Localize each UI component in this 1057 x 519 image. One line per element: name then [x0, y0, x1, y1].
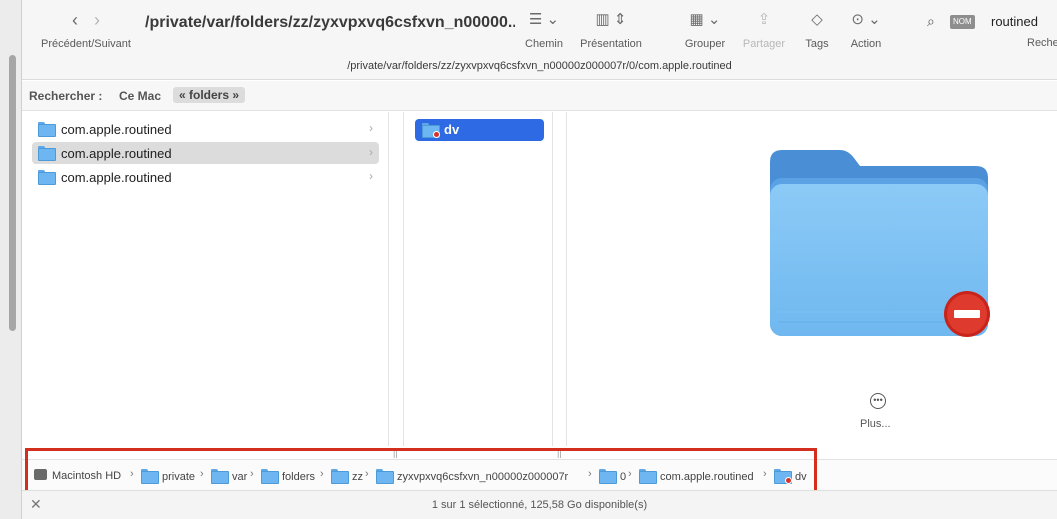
browser-column-2: dv [403, 112, 553, 446]
window-title: /private/var/folders/zz/zyxvpxvq6csfxvn_… [145, 14, 515, 31]
search-icon: ⌕ [927, 13, 935, 29]
action-icon: ⊙ ⌄ [851, 11, 881, 28]
chevron-right-icon: › [369, 145, 373, 159]
list-item-dv[interactable]: dv [415, 119, 544, 141]
background-window-edge [0, 0, 22, 519]
browser-column-1: com.apple.routined › com.apple.routined … [22, 112, 389, 446]
forward-chevron-icon[interactable]: › [86, 8, 108, 32]
status-text: 1 sur 1 sélectionné, 125,58 Go disponibl… [431, 499, 648, 511]
share-button[interactable]: ⇪ Partager [738, 8, 790, 50]
search-scope-bar: Rechercher : Ce Mac « folders » [22, 81, 1057, 111]
list-item[interactable]: com.apple.routined › [32, 142, 379, 164]
ellipsis-icon: ••• [873, 395, 883, 405]
path-button[interactable]: ☰ ⌄ Chemin [520, 8, 568, 50]
folder-icon [38, 170, 56, 185]
list-item[interactable]: com.apple.routined › [32, 166, 379, 188]
search-scope-badge[interactable]: NOM [950, 15, 975, 29]
restricted-folder-icon [422, 123, 440, 138]
back-chevron-icon[interactable]: ‹ [64, 8, 86, 32]
more-button[interactable]: ••• [870, 393, 886, 409]
scope-label: Rechercher : [29, 89, 103, 103]
path-bar-highlight-box [25, 448, 817, 494]
folder-icon [38, 122, 56, 137]
browser-column-3 [553, 112, 567, 446]
large-restricted-folder-icon [770, 150, 990, 337]
search-input-value[interactable]: routined [991, 14, 1038, 29]
scope-this-mac[interactable]: Ce Mac [119, 89, 161, 103]
action-button[interactable]: ⊙ ⌄ Action [843, 8, 889, 50]
folder-icon [38, 146, 56, 161]
tags-button[interactable]: ◇ Tags [797, 8, 837, 50]
finder-window: ‹ › Précédent/Suivant /private/var/folder… [22, 0, 1057, 519]
search-field[interactable]: ⌕ NOM routined [921, 10, 1057, 34]
tag-icon: ◇ [811, 11, 823, 28]
scope-folder[interactable]: « folders » [173, 87, 246, 103]
chevron-right-icon: › [369, 169, 373, 183]
back-forward-label: Précédent/Suivant [41, 38, 131, 50]
chevron-right-icon: › [369, 121, 373, 135]
preview-pane: ••• Plus... [568, 112, 1057, 446]
background-scrollbar-thumb[interactable] [9, 55, 16, 331]
share-icon: ⇪ [757, 11, 771, 28]
group-icon: ▦ ⌄ [689, 11, 721, 28]
columns-view-icon: ▥ ⇕ [595, 11, 627, 28]
view-button[interactable]: ▥ ⇕ Présentation [575, 8, 647, 50]
status-bar: ✕ 1 sur 1 sélectionné, 125,58 Go disponi… [22, 490, 1057, 519]
path-icon: ☰ ⌄ [528, 11, 560, 28]
list-item[interactable]: com.apple.routined › [32, 118, 379, 140]
search-label: Reche [1027, 37, 1057, 49]
toolbar: ‹ › Précédent/Suivant /private/var/folder… [22, 0, 1057, 80]
group-button[interactable]: ▦ ⌄ Grouper [679, 8, 731, 50]
more-label: Plus... [860, 418, 891, 430]
back-forward-control: ‹ › Précédent/Suivant [36, 8, 136, 50]
window-subtitle-path: /private/var/folders/zz/zyxvpxvq6csfxvn_… [347, 60, 732, 72]
